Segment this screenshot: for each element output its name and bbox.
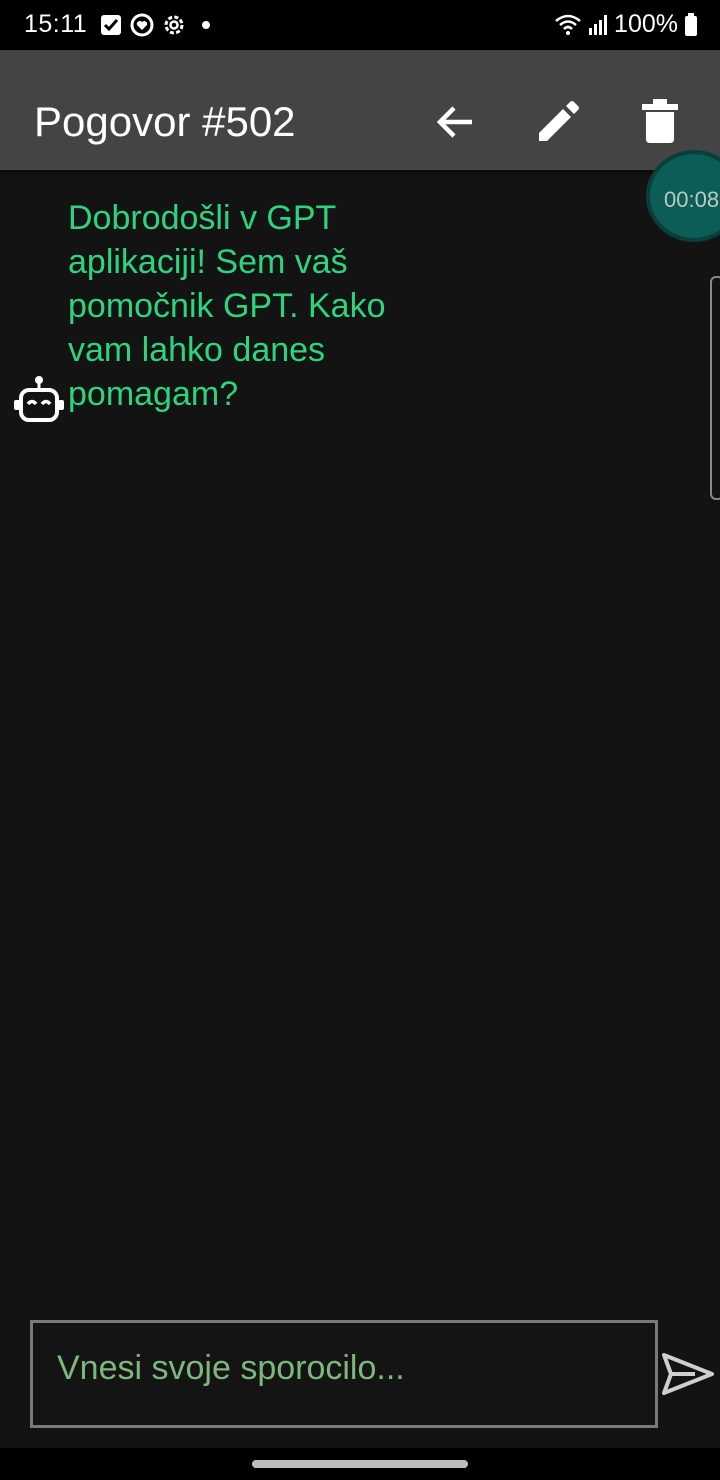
robot-icon [14,376,64,422]
edit-pencil-icon [539,101,579,141]
send-icon [662,1353,714,1395]
send-button[interactable] [660,1346,716,1402]
status-time: 15:11 [24,10,88,38]
timer-value: 00:08 [664,187,720,212]
trash-icon [642,99,678,143]
delete-button[interactable] [636,98,684,146]
back-button[interactable] [432,98,480,146]
notification-icons [100,13,218,37]
signal-icon [589,14,608,35]
status-bar: 15:11 100% [0,0,720,50]
conversation-title: Pogovor #502 [34,98,296,145]
wifi-icon [555,14,581,35]
navigation-bar [0,1448,720,1480]
edit-button[interactable] [534,98,582,146]
gear-icon [164,15,184,35]
home-gesture-handle[interactable] [252,1460,468,1468]
message-input[interactable]: Vnesi svoje sporocilo... [30,1320,658,1428]
message-input-placeholder: Vnesi svoje sporocilo... [57,1349,405,1387]
back-arrow-icon [436,106,472,138]
bot-message-text: Dobrodošli v GPT aplikaciji! Sem vaš pom… [68,199,386,413]
heart-circle-icon [130,13,154,37]
bot-avatar [12,374,66,428]
checkbox-icon [101,15,121,35]
scrollbar[interactable] [710,276,720,500]
system-icons: 100% [554,10,698,39]
battery-icon [685,12,697,36]
dot-icon [202,21,210,29]
app-bar: Pogovor #502 [0,50,720,170]
chat-screen: 15:11 100% Pogovor #502 00:08 Dobrodošli… [0,0,720,1480]
battery-level: 100% [614,10,678,38]
